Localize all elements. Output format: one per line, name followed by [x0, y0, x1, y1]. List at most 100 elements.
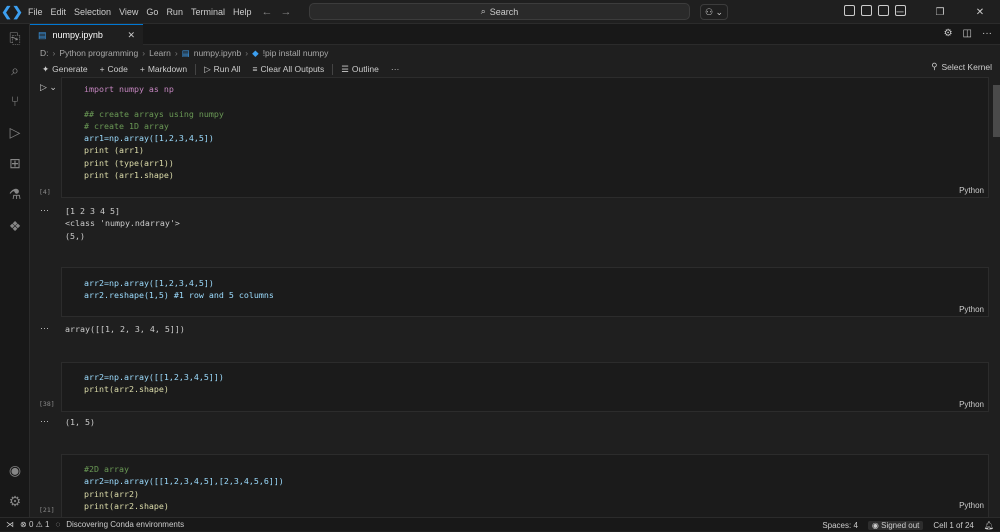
vscode-logo-icon: ❮❯: [1, 3, 23, 19]
minimize-icon[interactable]: ─: [880, 0, 920, 24]
cell-language[interactable]: Python: [959, 400, 984, 409]
chevron-right-icon: ›: [174, 48, 178, 58]
notifications-icon[interactable]: 🔔︎: [984, 521, 994, 530]
python-icon[interactable]: ❖: [7, 218, 23, 234]
tab-label: numpy.ipynb: [52, 30, 103, 40]
copilot-icon[interactable]: ⚇ ⌄: [700, 4, 728, 20]
code-cell[interactable]: #2D array arr2=np.array([[1,2,3,4,5],[2,…: [61, 454, 989, 517]
error-count: 0: [28, 520, 34, 529]
search-icon: ⌕: [480, 6, 486, 16]
search-icon[interactable]: ⌕: [7, 62, 23, 78]
extensions-icon[interactable]: ⊞: [7, 155, 23, 171]
explorer-icon[interactable]: ⎘: [7, 30, 23, 46]
run-all-button[interactable]: ▷ Run All: [200, 64, 244, 75]
gear-icon[interactable]: ⚙: [944, 28, 953, 39]
cell-output: [1 2 3 4 5] <class 'numpy.ndarray'> (5,): [65, 206, 180, 241]
menu-terminal[interactable]: Terminal: [187, 0, 229, 24]
toggle-panel-icon[interactable]: [861, 5, 872, 16]
cell-code[interactable]: #2D array arr2=np.array([[1,2,3,4,5],[2,…: [62, 455, 988, 512]
settings-gear-icon[interactable]: ⚙: [7, 493, 23, 509]
add-code-button[interactable]: + Code: [96, 64, 132, 74]
tab-numpy-ipynb[interactable]: ▤ numpy.ipynb ✕: [30, 24, 143, 45]
code-token: print (arr1): [84, 145, 144, 156]
breadcrumb-drive[interactable]: D:: [40, 48, 49, 58]
plus-icon: +: [99, 64, 105, 74]
output-more-icon[interactable]: ···: [40, 205, 49, 215]
activity-bar: ⎘ ⌕ ⑂ ▷ ⊞ ⚗ ❖ ◉ ⚙: [0, 24, 30, 517]
indentation-status[interactable]: Spaces: 4: [822, 521, 858, 530]
breadcrumb-file[interactable]: numpy.ipynb: [194, 48, 242, 58]
notebook-toolbar: ✦ Generate + Code + Markdown ▷ Run All ≡…: [30, 61, 1000, 77]
select-kernel-button[interactable]: ⚲ Select Kernel: [931, 61, 992, 72]
run-all-icon: ▷: [204, 63, 211, 74]
code-token: print (type(arr1)): [84, 157, 174, 168]
cell-code[interactable]: arr2=np.array([[1,2,3,4,5]]) print(arr2.…: [62, 363, 988, 396]
outline-button[interactable]: ☰ Outline: [337, 64, 383, 75]
code-cell[interactable]: arr2=np.array([[1,2,3,4,5]]) print(arr2.…: [61, 362, 989, 412]
split-editor-icon[interactable]: ◫: [963, 28, 972, 39]
source-control-icon[interactable]: ⑂: [7, 93, 23, 109]
restore-icon[interactable]: ❐: [920, 0, 960, 24]
account-status[interactable]: ◉ Signed out: [867, 520, 924, 530]
execution-count: [38]: [39, 400, 55, 408]
breadcrumb-subfolder[interactable]: Learn: [149, 48, 171, 58]
list-icon: ☰: [341, 63, 349, 74]
menu-go[interactable]: Go: [142, 0, 162, 24]
add-markdown-button[interactable]: + Markdown: [136, 64, 191, 74]
account-label: Signed out: [881, 520, 920, 530]
code-token: print(arr2.shape): [84, 500, 169, 511]
output-more-icon[interactable]: ···: [40, 323, 49, 333]
scrollbar-thumb[interactable]: [993, 85, 1000, 137]
back-arrow-icon[interactable]: ←: [261, 6, 272, 18]
account-icon[interactable]: ◉: [7, 462, 23, 478]
cell-language[interactable]: Python: [959, 501, 984, 510]
code-token: arr2=np.array([[1,2,3,4,5],[2,3,4,5,6]]): [84, 476, 284, 487]
clear-all-icon: ≡: [252, 64, 258, 74]
kernel-icon: ⚲: [931, 61, 938, 71]
search-box[interactable]: ⌕ Search: [309, 3, 690, 20]
cell-position-status[interactable]: Cell 1 of 24: [933, 521, 973, 530]
problems-indicator[interactable]: ⊗ 0 ⚠ 1: [20, 520, 49, 529]
menu-view[interactable]: View: [115, 0, 142, 24]
loading-icon: ◌: [55, 520, 61, 529]
menu-edit[interactable]: Edit: [47, 0, 71, 24]
more-actions-icon[interactable]: ···: [982, 28, 992, 39]
search-placeholder: Search: [489, 6, 519, 17]
menu-help[interactable]: Help: [229, 0, 256, 24]
close-window-icon[interactable]: ✕: [960, 0, 1000, 24]
testing-icon[interactable]: ⚗: [7, 186, 23, 202]
menu-bar: File Edit Selection View Go Run Terminal…: [24, 0, 255, 24]
run-debug-icon[interactable]: ▷: [7, 124, 23, 140]
menu-selection[interactable]: Selection: [70, 0, 115, 24]
menu-run[interactable]: Run: [162, 0, 187, 24]
toolbar-divider: [195, 63, 197, 75]
code-token: arr2=np.array([1,2,3,4,5]): [84, 278, 214, 288]
forward-arrow-icon[interactable]: →: [280, 6, 291, 18]
breadcrumb-folder[interactable]: Python programming: [59, 48, 138, 58]
breadcrumb-cell[interactable]: !pip install numpy: [263, 48, 329, 58]
code-cell[interactable]: import numpy as np ## create arrays usin…: [61, 77, 989, 198]
cell-language[interactable]: Python: [959, 186, 984, 195]
remote-icon[interactable]: ⋊: [6, 520, 14, 529]
output-more-icon[interactable]: ···: [40, 416, 49, 426]
warning-icon: ⚠: [35, 520, 43, 529]
cell-language[interactable]: Python: [959, 305, 984, 314]
cell-code[interactable]: arr2=np.array([1,2,3,4,5]) arr2.reshape(…: [62, 268, 988, 302]
code-cell[interactable]: arr2=np.array([1,2,3,4,5]) arr2.reshape(…: [61, 267, 989, 317]
more-toolbar-button[interactable]: ···: [387, 64, 404, 74]
outline-label: Outline: [351, 64, 379, 74]
status-message: Discovering Conda environments: [66, 520, 185, 529]
run-all-label: Run All: [213, 64, 241, 74]
chevron-right-icon: ›: [52, 48, 56, 58]
cell-code[interactable]: import numpy as np ## create arrays usin…: [62, 78, 988, 181]
menu-file[interactable]: File: [24, 0, 47, 24]
generate-button[interactable]: ✦ Generate: [38, 64, 92, 75]
editor-scrollbar[interactable]: [993, 77, 1000, 517]
run-cell-icon[interactable]: ▷ ⌄: [40, 82, 57, 93]
clear-outputs-button[interactable]: ≡ Clear All Outputs: [249, 64, 329, 74]
account-icon: ◉: [871, 520, 879, 530]
plus-icon: +: [139, 64, 145, 74]
code-label: Code: [107, 64, 128, 74]
toggle-primary-sidebar-icon[interactable]: [844, 5, 855, 16]
close-tab-icon[interactable]: ✕: [127, 30, 135, 41]
